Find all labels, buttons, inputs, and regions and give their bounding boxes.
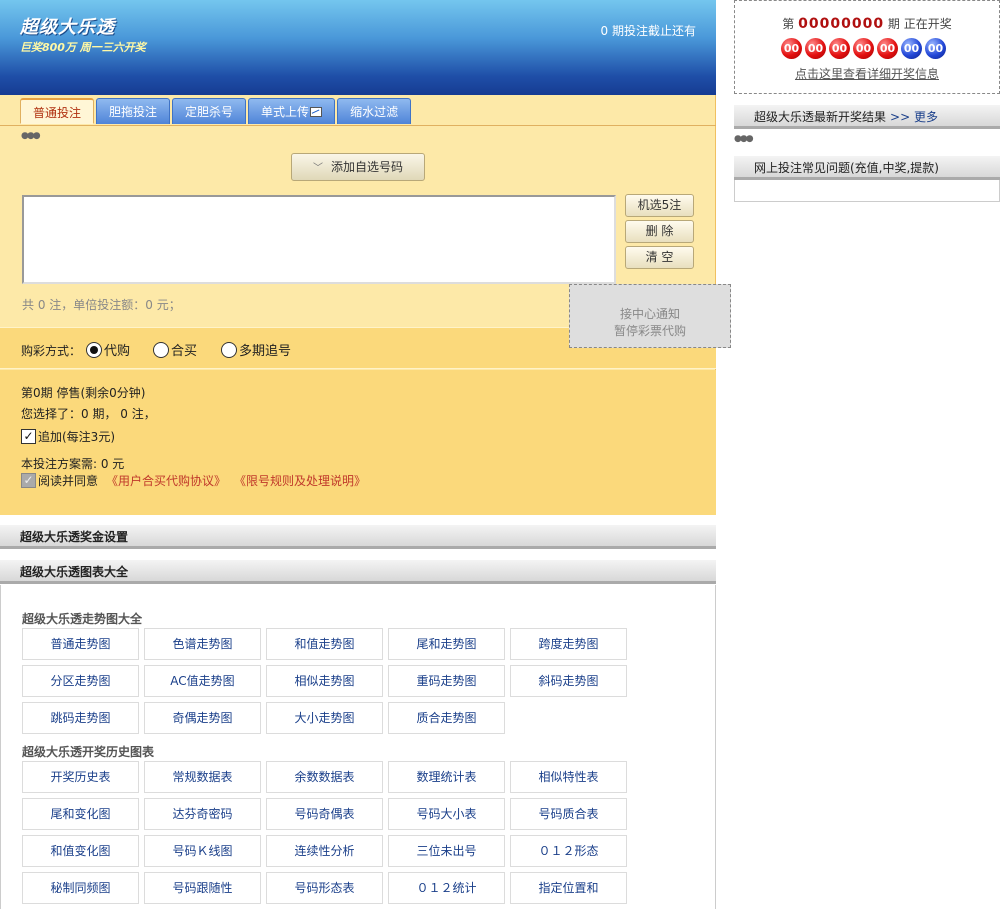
trend-group-title: 超级大乐透走势图大全 [22, 612, 143, 626]
chart-link[interactable]: 跨度走势图 [510, 628, 627, 660]
red-ball: 00 [829, 38, 850, 59]
radio-multi-issue[interactable]: 多期追号 [221, 340, 291, 359]
chart-link[interactable]: 尾和走势图 [388, 628, 505, 660]
chart-link[interactable]: 和值变化图 [22, 835, 139, 867]
loading-icon: ●●● [21, 131, 41, 141]
logo-title: 超级大乐透 [20, 17, 115, 38]
order-info: 第0期 停售(剩余0分钟) 您选择了：0 期， 0 注， ✓ 追加(每注3元) 本… [0, 370, 716, 515]
plan-cost: 本投注方案需: 0 元 [21, 457, 125, 471]
selection-summary: 您选择了：0 期， 0 注， [21, 407, 156, 421]
latest-results-header: 超级大乐透最新开奖结果 >> 更多 [734, 105, 1000, 129]
chart-link[interactable]: 三位未出号 [388, 835, 505, 867]
draw-detail-link[interactable]: 点击这里查看详细开奖信息 [735, 65, 999, 82]
radio-group-buy[interactable]: 合买 [153, 340, 197, 359]
chart-icon [310, 107, 323, 117]
chart-link[interactable]: 号码Ｋ线图 [144, 835, 261, 867]
blue-ball: 00 [901, 38, 922, 59]
loading-icon: ●●● [734, 134, 754, 144]
agree-row: ✓ 阅读并同意 《用户合买代购协议》 《限号规则及处理说明》 [21, 472, 366, 489]
chart-link[interactable]: 尾和变化图 [22, 798, 139, 830]
chart-link[interactable]: 开奖历史表 [22, 761, 139, 793]
chart-link[interactable]: 相似走势图 [266, 665, 383, 697]
chart-link[interactable]: 相似特性表 [510, 761, 627, 793]
chart-link[interactable]: 达芬奇密码 [144, 798, 261, 830]
rules-link[interactable]: 《限号规则及处理说明》 [234, 472, 366, 489]
chart-link[interactable]: ０１２统计 [388, 872, 505, 904]
tab-divider [0, 125, 716, 126]
tab-single-upload[interactable]: 单式上传 [248, 98, 336, 124]
chart-link[interactable]: 常规数据表 [144, 761, 261, 793]
chart-link[interactable]: ０１２形态 [510, 835, 627, 867]
history-group-title: 超级大乐透开奖历史图表 [22, 745, 155, 759]
chart-link[interactable]: 色谱走势图 [144, 628, 261, 660]
suspension-notice: 接中心通知 暂停彩票代购 [569, 284, 731, 348]
red-ball: 00 [877, 38, 898, 59]
header-banner: 超级大乐透 巨奖800万 周一三六开奖 0 期投注截止还有 [0, 0, 716, 95]
add-custom-number-button[interactable]: ﹀ 添加自选号码 [291, 153, 425, 181]
radio-circle [153, 341, 169, 358]
agree-label: 阅读并同意 [38, 474, 99, 488]
append-checkbox[interactable]: ✓ 追加(每注3元) [21, 428, 115, 445]
draw-balls: 00 00 00 00 00 00 00 [781, 38, 946, 59]
chart-link[interactable]: 质合走势图 [388, 702, 505, 734]
chevron-down-icon: ﹀ [312, 163, 323, 174]
chart-link[interactable]: 重码走势图 [388, 665, 505, 697]
chart-link[interactable]: 普通走势图 [22, 628, 139, 660]
chart-link[interactable]: 秘制同频图 [22, 872, 139, 904]
random-five-button[interactable]: 机选5注 [625, 194, 694, 217]
chart-link[interactable]: 号码形态表 [266, 872, 383, 904]
chart-link[interactable]: 指定位置和 [510, 872, 627, 904]
charts-list: 超级大乐透走势图大全 普通走势图 色谱走势图 和值走势图 尾和走势图 跨度走势图分区走势… [0, 585, 716, 909]
radio-circle [221, 341, 237, 358]
chart-link[interactable]: 余数数据表 [266, 761, 383, 793]
chart-link[interactable]: 号码跟随性 [144, 872, 261, 904]
prize-settings-header[interactable]: 超级大乐透奖金设置 [0, 525, 716, 549]
red-ball: 00 [781, 38, 802, 59]
chart-link[interactable]: 号码质合表 [510, 798, 627, 830]
radio-proxy-buy[interactable]: 代购 [86, 340, 130, 359]
chart-link[interactable]: 斜码走势图 [510, 665, 627, 697]
checkbox-checked: ✓ [21, 429, 36, 444]
draw-status: 第 00000000 期 正在开奖 [782, 16, 952, 32]
chart-link[interactable]: 跳码走势图 [22, 702, 139, 734]
chart-link[interactable]: 连续性分析 [266, 835, 383, 867]
blue-ball: 00 [925, 38, 946, 59]
faq-header[interactable]: 网上投注常见问题(充值,中奖,提款) [734, 156, 1000, 180]
red-ball: 00 [853, 38, 874, 59]
purchase-mode-label: 购彩方式： [21, 344, 82, 358]
chart-link[interactable]: 和值走势图 [266, 628, 383, 660]
chart-link[interactable]: 奇偶走势图 [144, 702, 261, 734]
tab-normal-bet[interactable]: 普通投注 [20, 98, 95, 124]
issue-status: 第0期 停售(剩余0分钟) [21, 386, 146, 400]
agreement-link[interactable]: 《用户合买代购协议》 [106, 472, 226, 489]
clear-button[interactable]: 清 空 [625, 246, 694, 269]
bet-tabs: 普通投注 胆拖投注 定胆杀号 单式上传 缩水过滤 [20, 98, 412, 126]
chart-link[interactable]: AC值走势图 [144, 665, 261, 697]
selected-numbers-list[interactable] [22, 195, 616, 284]
tab-shrink-filter[interactable]: 缩水过滤 [337, 98, 412, 124]
delete-button[interactable]: 删 除 [625, 220, 694, 243]
deadline-text: 0 期投注截止还有 [600, 24, 696, 38]
tab-dantuo-bet[interactable]: 胆拖投注 [96, 98, 171, 124]
agree-checkbox[interactable]: ✓ [21, 473, 36, 488]
radio-circle [86, 341, 102, 358]
chart-link[interactable]: 数理统计表 [388, 761, 505, 793]
red-ball: 00 [805, 38, 826, 59]
charts-header: 超级大乐透图表大全 [0, 560, 716, 584]
faq-list [734, 180, 1000, 202]
more-link[interactable]: >> 更多 [890, 110, 938, 124]
chart-link[interactable]: 大小走势图 [266, 702, 383, 734]
chart-link[interactable]: 分区走势图 [22, 665, 139, 697]
logo-subtitle: 巨奖800万 周一三六开奖 [20, 41, 146, 54]
chart-link[interactable]: 号码奇偶表 [266, 798, 383, 830]
tab-fixed-kill[interactable]: 定胆杀号 [172, 98, 247, 124]
draw-panel: 第 00000000 期 正在开奖 00 00 00 00 00 00 00 点击这里查看详… [734, 0, 1000, 94]
chart-link[interactable]: 号码大小表 [388, 798, 505, 830]
bet-summary: 共 0 注，单倍投注额：0 元； [22, 298, 181, 312]
